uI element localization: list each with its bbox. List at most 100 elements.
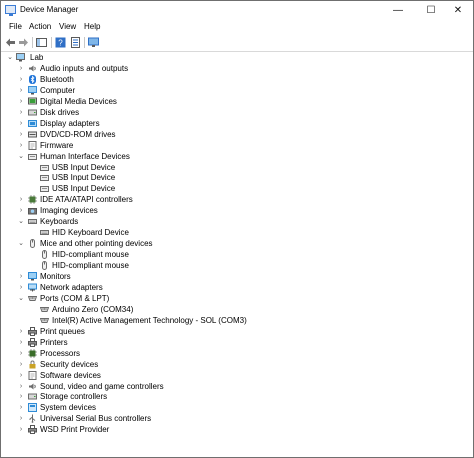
tree-item[interactable]: › Monitors bbox=[1, 271, 471, 282]
camera-icon bbox=[28, 206, 37, 215]
toolbar-separator bbox=[51, 37, 52, 48]
computer-icon bbox=[28, 85, 37, 95]
tree-item[interactable]: › Bluetooth bbox=[1, 74, 471, 85]
tree-item[interactable]: ⌄ Ports (COM & LPT) bbox=[1, 293, 471, 304]
tree-item[interactable]: › Storage controllers bbox=[1, 391, 471, 402]
tree-item[interactable]: › Audio inputs and outputs bbox=[1, 63, 471, 74]
expand-chevron-icon[interactable]: › bbox=[17, 282, 25, 293]
dvd-drive-icon bbox=[28, 130, 37, 139]
maximize-button[interactable]: ☐ bbox=[416, 1, 446, 20]
toolbar: ? bbox=[1, 34, 473, 52]
expand-chevron-icon[interactable]: › bbox=[17, 402, 25, 413]
show-hide-console-tree-icon[interactable] bbox=[36, 37, 47, 48]
expand-chevron-icon[interactable]: › bbox=[17, 271, 25, 282]
back-arrow-icon[interactable] bbox=[5, 37, 16, 48]
forward-arrow-icon[interactable] bbox=[18, 37, 29, 48]
tree-item[interactable]: ⌄ Lab bbox=[1, 52, 471, 63]
expand-chevron-icon[interactable]: › bbox=[17, 337, 25, 348]
hid-icon bbox=[40, 163, 49, 172]
expand-chevron-icon[interactable]: › bbox=[17, 370, 25, 381]
expand-chevron-icon[interactable]: › bbox=[17, 140, 25, 151]
menu-action[interactable]: Action bbox=[29, 22, 51, 31]
expand-chevron-icon[interactable]: › bbox=[17, 63, 25, 74]
expand-chevron-icon[interactable]: › bbox=[17, 359, 25, 370]
tree-item[interactable]: USB Input Device bbox=[1, 172, 471, 183]
tree-item-label: Monitors bbox=[40, 272, 71, 281]
printer-icon bbox=[28, 326, 37, 336]
tree-item[interactable]: Arduino Zero (COM34) bbox=[1, 304, 471, 315]
collapse-chevron-icon[interactable]: ⌄ bbox=[17, 216, 25, 227]
expand-chevron-icon[interactable]: › bbox=[17, 118, 25, 129]
tree-item[interactable]: › System devices bbox=[1, 402, 471, 413]
expand-chevron-icon[interactable]: › bbox=[17, 348, 25, 359]
tree-item[interactable]: Intel(R) Active Management Technology - … bbox=[1, 315, 471, 326]
expand-chevron-icon[interactable]: › bbox=[17, 107, 25, 118]
close-button[interactable]: ✕ bbox=[443, 1, 473, 20]
expand-chevron-icon[interactable]: › bbox=[17, 326, 25, 337]
expand-chevron-icon[interactable]: › bbox=[17, 194, 25, 205]
expand-chevron-icon[interactable]: › bbox=[17, 129, 25, 140]
tree-item-label: System devices bbox=[40, 403, 97, 413]
menu-help[interactable]: Help bbox=[84, 22, 100, 31]
tree-item[interactable]: › Network adapters bbox=[1, 282, 471, 293]
properties-icon[interactable] bbox=[70, 37, 81, 48]
tree-item[interactable]: › IDE ATA/ATAPI controllers bbox=[1, 194, 471, 205]
tree-item[interactable]: › Processors bbox=[1, 348, 471, 359]
processor-icon bbox=[28, 348, 37, 358]
tree-item[interactable]: ⌄ Human Interface Devices bbox=[1, 151, 471, 162]
tree-item[interactable]: › Printers bbox=[1, 337, 471, 348]
tree-item[interactable]: › Firmware bbox=[1, 140, 471, 151]
tree-item[interactable]: HID-compliant mouse bbox=[1, 260, 471, 271]
tree-item-label: USB Input Device bbox=[52, 184, 116, 194]
tree-item[interactable]: › Disk drives bbox=[1, 107, 471, 118]
tree-item[interactable]: › WSD Print Provider bbox=[1, 424, 471, 435]
tree-item[interactable]: ⌄ Keyboards bbox=[1, 216, 471, 227]
mouse-icon bbox=[40, 261, 49, 271]
collapse-chevron-icon[interactable]: ⌄ bbox=[17, 293, 25, 304]
collapse-chevron-icon[interactable]: ⌄ bbox=[17, 238, 25, 249]
monitor-icon bbox=[28, 272, 37, 281]
tree-item[interactable]: HID-compliant mouse bbox=[1, 249, 471, 260]
expand-chevron-icon[interactable]: › bbox=[17, 205, 25, 216]
toolbar-separator bbox=[84, 37, 85, 48]
scan-hardware-icon[interactable] bbox=[88, 37, 99, 48]
tree-item[interactable]: › Universal Serial Bus controllers bbox=[1, 413, 471, 424]
tree-item[interactable]: ⌄ Mice and other pointing devices bbox=[1, 238, 471, 249]
tree-item-label: Lab bbox=[30, 53, 44, 62]
tree-item[interactable]: › Computer bbox=[1, 85, 471, 96]
expand-chevron-icon[interactable]: › bbox=[17, 381, 25, 392]
tree-item[interactable]: › Display adapters bbox=[1, 118, 471, 129]
security-icon bbox=[28, 360, 37, 369]
tree-item[interactable]: HID Keyboard Device bbox=[1, 227, 471, 238]
expand-chevron-icon[interactable]: › bbox=[17, 391, 25, 402]
expand-chevron-icon[interactable]: › bbox=[17, 74, 25, 85]
expand-chevron-icon[interactable]: › bbox=[17, 413, 25, 424]
tree-item[interactable]: › Sound, video and game controllers bbox=[1, 381, 471, 392]
tree-item-label: Processors bbox=[40, 348, 81, 358]
minimize-button[interactable]: — bbox=[383, 1, 413, 20]
expand-chevron-icon[interactable]: › bbox=[17, 424, 25, 435]
keyboard-icon bbox=[28, 217, 37, 226]
expand-chevron-icon[interactable]: › bbox=[17, 85, 25, 96]
menu-view[interactable]: View bbox=[59, 22, 76, 31]
menu-file[interactable]: File bbox=[9, 22, 22, 31]
tree-item-label: HID Keyboard Device bbox=[52, 228, 129, 238]
tree-item[interactable]: › DVD/CD-ROM drives bbox=[1, 129, 471, 140]
help-icon[interactable]: ? bbox=[55, 37, 66, 48]
tree-item[interactable]: › Security devices bbox=[1, 359, 471, 370]
tree-item-label: Printers bbox=[40, 337, 68, 347]
collapse-chevron-icon[interactable]: ⌄ bbox=[6, 52, 14, 63]
tree-item-label: HID-compliant mouse bbox=[52, 250, 129, 260]
firmware-icon bbox=[28, 140, 37, 150]
tree-item[interactable]: USB Input Device bbox=[1, 183, 471, 194]
tree-item[interactable]: › Imaging devices bbox=[1, 205, 471, 216]
tree-item[interactable]: › Software devices bbox=[1, 370, 471, 381]
expand-chevron-icon[interactable]: › bbox=[17, 96, 25, 107]
tree-item[interactable]: USB Input Device bbox=[1, 162, 471, 173]
tree-item-label: Intel(R) Active Management Technology - … bbox=[52, 315, 247, 325]
tree-item[interactable]: › Digital Media Devices bbox=[1, 96, 471, 107]
tree-item[interactable]: › Print queues bbox=[1, 326, 471, 337]
collapse-chevron-icon[interactable]: ⌄ bbox=[17, 151, 25, 162]
tree-item-label: Arduino Zero (COM34) bbox=[52, 304, 134, 314]
tree-item-label: Display adapters bbox=[40, 118, 100, 128]
